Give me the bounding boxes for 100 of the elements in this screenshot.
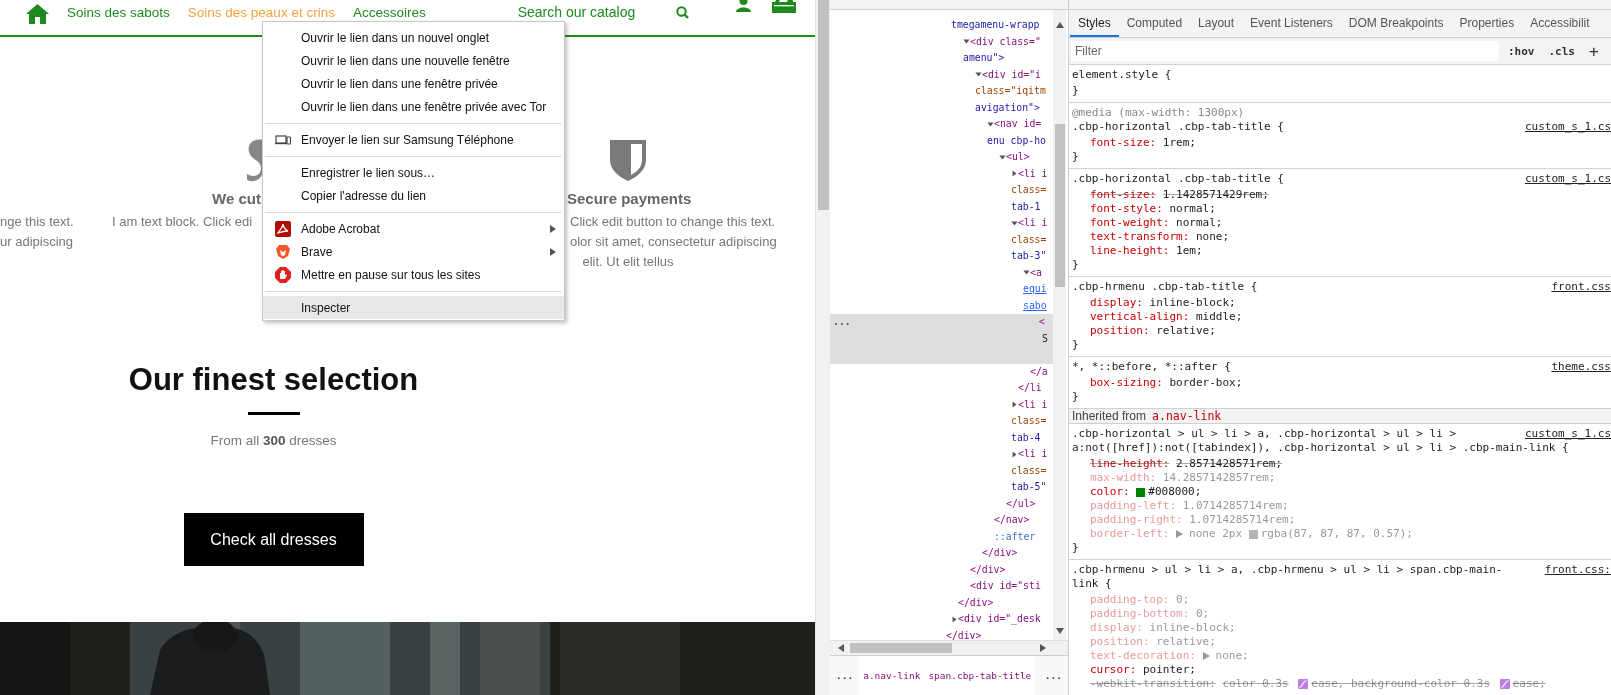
submenu-arrow-icon [550, 247, 556, 256]
source-link[interactable]: custom_s_1.cs [1524, 120, 1611, 134]
toolbar-button[interactable]: .cls [1543, 44, 1580, 58]
toolbar-button[interactable]: :hov [1503, 44, 1540, 58]
easing-icon[interactable] [1499, 679, 1510, 689]
breadcrumb[interactable]: span.cbp-tab-title [924, 656, 1036, 695]
css-property[interactable]: font-style: [1090, 202, 1163, 216]
search-icon[interactable] [675, 5, 689, 19]
panel-tab[interactable]: DOM Breakpoints [1340, 10, 1452, 37]
css-value[interactable]: normal; [1176, 216, 1223, 230]
scroll-up-icon[interactable] [1055, 22, 1064, 28]
css-value[interactable]: inline-block; [1149, 296, 1236, 310]
menu-item[interactable]: Adobe Acrobat [263, 217, 564, 240]
link[interactable]: sabo [1023, 297, 1047, 314]
easing-icon[interactable] [1298, 679, 1309, 689]
scrollbar-track[interactable] [830, 640, 1068, 655]
check-dresses-button[interactable]: Check all dresses [183, 513, 364, 566]
link[interactable]: equi [1023, 281, 1047, 298]
scrollbar-thumb[interactable] [1054, 124, 1065, 287]
submenu-arrow-icon [550, 224, 556, 233]
nav-link[interactable]: Soins des sabots [67, 2, 170, 21]
css-property[interactable]: font-size: [1090, 136, 1157, 150]
css-property[interactable]: vertical-align: [1090, 310, 1190, 324]
user-icon[interactable] [735, 0, 751, 12]
caret-down-icon[interactable] [1011, 219, 1018, 227]
scroll-down-icon[interactable] [1055, 628, 1064, 634]
css-property[interactable]: position: [1090, 324, 1150, 338]
scroll-right-icon[interactable] [1040, 644, 1046, 652]
menu-item[interactable]: Inspecter [263, 296, 564, 319]
css-value[interactable]: 2.8571428571rem; [1176, 457, 1283, 471]
scrollbar-track[interactable] [815, 0, 830, 695]
css-value[interactable]: normal; [1169, 202, 1216, 216]
toolbar-button[interactable]: + [1584, 41, 1604, 61]
css-selector[interactable]: a.nav-link [1152, 409, 1222, 423]
css-property[interactable]: text-transform: [1090, 230, 1190, 244]
menu-item[interactable]: Enregistrer le lien sous… [263, 161, 564, 184]
closing-brace: } [1072, 150, 1079, 164]
panel-tab[interactable]: Computed [1118, 10, 1191, 37]
menu-item[interactable]: Mettre en pause sur tous les sites [263, 263, 564, 286]
nav-link[interactable]: Accessoires [352, 2, 426, 21]
menu-item[interactable]: Ouvrir le lien dans un nouvel onglet [263, 26, 564, 49]
caret-right-icon[interactable] [1011, 401, 1018, 409]
scroll-left-icon[interactable] [838, 644, 844, 652]
panel-tab[interactable]: Properties [1451, 10, 1523, 37]
css-property[interactable]: font-size: [1090, 188, 1157, 202]
panel-tab[interactable]: Layout [1190, 10, 1243, 37]
menu-item[interactable]: Envoyer le lien sur Samsung Téléphone [263, 128, 564, 151]
css-property[interactable]: line-height: [1090, 457, 1170, 471]
css-selector: .cbp-horizontal .cbp-tab-title { [1072, 120, 1284, 134]
source-link[interactable]: front.css [1551, 280, 1611, 294]
color-swatch[interactable] [1248, 529, 1258, 539]
css-value[interactable]: 1em; [1176, 244, 1203, 258]
more-button[interactable]: ... [830, 656, 860, 695]
menu-item[interactable]: Brave [263, 240, 564, 263]
css-property[interactable]: box-sizing: [1090, 376, 1163, 390]
breadcrumb[interactable]: a.nav-link [859, 656, 925, 695]
caret-right-icon[interactable] [1011, 170, 1018, 178]
css-property[interactable]: font-weight: [1090, 216, 1170, 230]
scrollbar-track[interactable] [1053, 10, 1066, 640]
caret-down-icon[interactable] [999, 153, 1006, 161]
more-button[interactable]: ... [1038, 656, 1068, 695]
caret-down-icon[interactable] [975, 71, 982, 79]
css-property[interactable]: line-height: [1090, 244, 1170, 258]
color-swatch[interactable] [1136, 487, 1146, 497]
source-link[interactable]: custom_s_1.cs [1524, 427, 1611, 441]
more-button[interactable]: ... [833, 314, 851, 331]
css-property[interactable]: color: [1090, 485, 1130, 499]
source-link[interactable]: front.css: [1544, 563, 1611, 577]
caret-down-icon[interactable] [963, 38, 970, 46]
filter-field[interactable]: Filter [1071, 41, 1499, 61]
home-icon[interactable] [26, 4, 49, 24]
stop-hand-icon [275, 266, 291, 283]
menu-item[interactable]: Ouvrir le lien dans une nouvelle fenêtre [263, 49, 564, 72]
caret-right-icon[interactable] [951, 615, 958, 623]
caret-down-icon[interactable] [987, 120, 994, 128]
css-property[interactable]: display: [1090, 296, 1143, 310]
scrollbar-thumb[interactable] [850, 643, 952, 653]
source-link[interactable]: custom_s_1.cs [1524, 172, 1611, 186]
html-tag: <li i [1018, 396, 1048, 413]
css-value[interactable]: relative; [1156, 324, 1216, 338]
caret-down-icon[interactable] [1023, 269, 1030, 277]
menu-item[interactable]: Ouvrir le lien dans une fenêtre privée [263, 72, 564, 95]
css-value[interactable]: pointer; [1142, 663, 1196, 677]
scrollbar-thumb[interactable] [817, 0, 829, 210]
panel-tab[interactable]: Accessibilit [1522, 10, 1598, 37]
selected-row[interactable]: ... < S [830, 314, 1053, 364]
panel-tab[interactable]: Event Listeners [1242, 10, 1341, 37]
css-value[interactable]: middle; [1195, 310, 1243, 324]
caret-right-icon[interactable] [1011, 450, 1018, 458]
css-value[interactable]: none; [1195, 230, 1230, 244]
css-property[interactable]: cursor: [1090, 663, 1137, 677]
basket-icon[interactable] [771, 0, 796, 13]
menu-item[interactable]: Copier l'adresse du lien [263, 184, 564, 207]
css-value[interactable]: border-box; [1169, 376, 1243, 390]
source-link[interactable]: theme.css [1551, 360, 1611, 374]
css-value[interactable]: 1.1428571429rem; [1162, 188, 1269, 202]
search-field[interactable]: Search our catalog [517, 2, 696, 20]
menu-item[interactable]: Ouvrir le lien dans une fenêtre privée avec Tor [263, 95, 564, 118]
css-value[interactable]: #008000; [1148, 485, 1202, 499]
css-value[interactable]: 1rem; [1162, 136, 1196, 150]
